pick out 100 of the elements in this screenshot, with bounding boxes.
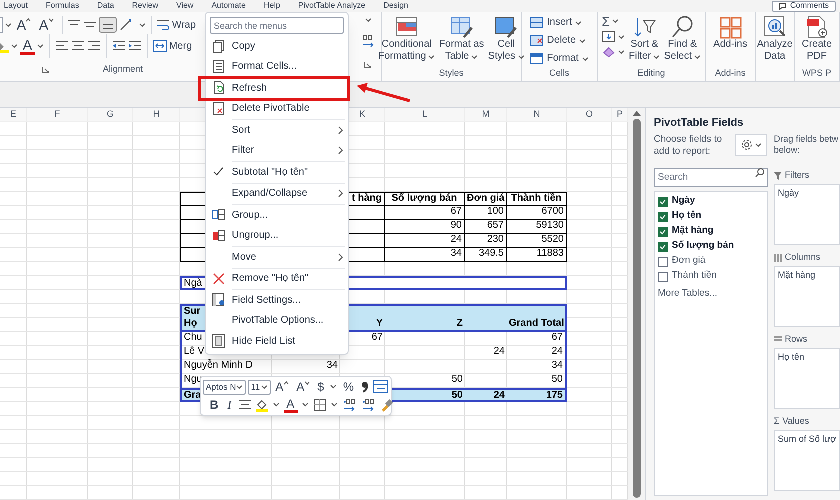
caret-icon[interactable]	[618, 34, 625, 40]
font-size-dropdown[interactable]: 11	[248, 380, 271, 394]
area-field[interactable]: Họ tên	[778, 351, 839, 363]
autosum-button[interactable]: Σ	[602, 15, 620, 28]
decrease-indent-icon[interactable]	[112, 40, 126, 52]
bold-button[interactable]: B	[207, 399, 222, 411]
merge-button[interactable]: Merg	[153, 38, 192, 54]
align-center-icon[interactable]	[238, 399, 252, 411]
more-tables-link[interactable]: More Tables...	[658, 287, 764, 302]
menu-item[interactable]: Copy	[206, 36, 348, 56]
align-center-icon[interactable]	[71, 40, 86, 52]
align-left-icon[interactable]	[55, 40, 70, 52]
checkbox[interactable]	[658, 196, 668, 206]
menu-item[interactable]: Filter	[206, 140, 348, 161]
align-right-icon[interactable]	[87, 40, 102, 52]
search-field[interactable]: Search	[654, 168, 768, 187]
dialog-launcher-icon[interactable]	[364, 61, 372, 69]
shrink-font-button[interactable]: A	[294, 381, 313, 393]
caret-icon[interactable]	[364, 18, 372, 23]
menu-search-field[interactable]: Search the menus	[210, 17, 344, 34]
decimal-icon[interactable]	[360, 398, 377, 412]
checkbox[interactable]	[658, 242, 668, 252]
create-pdf-button[interactable]: Create PDF	[802, 15, 832, 63]
currency-button[interactable]: $	[314, 381, 328, 393]
area-field[interactable]: Sum of Số lượ	[778, 433, 839, 445]
caret-icon[interactable]	[618, 50, 625, 54]
menu-item[interactable]: Sort	[206, 120, 348, 140]
grow-font-button[interactable]: A	[14, 18, 34, 32]
wrap-text-button[interactable]: Wrap	[156, 18, 196, 32]
checkbox[interactable]	[658, 226, 668, 236]
settings-button[interactable]	[735, 134, 767, 156]
align-bottom-icon[interactable]	[98, 17, 117, 33]
grow-font-button[interactable]: A	[272, 381, 292, 393]
caret-icon[interactable]	[330, 402, 339, 408]
conditional-formatting-button[interactable]: Conditional Formatting	[378, 15, 436, 63]
fill-down-icon[interactable]	[602, 31, 616, 43]
ribbon-tab[interactable]: Help	[264, 2, 280, 10]
add-ins-button[interactable]: Add-ins	[714, 15, 748, 51]
font-color-button[interactable]: A	[20, 38, 36, 54]
menu-item[interactable]: Ungroup...	[206, 226, 348, 246]
italic-button[interactable]: I	[224, 399, 235, 411]
caret-icon[interactable]	[329, 384, 338, 390]
checkbox[interactable]	[658, 256, 668, 266]
column-header[interactable]: F	[54, 109, 60, 119]
menu-item[interactable]: Group...	[206, 205, 348, 226]
ribbon-tab[interactable]: Design	[384, 2, 408, 10]
ribbon-tab[interactable]: Data	[97, 2, 114, 10]
ribbon-tab[interactable]: Layout	[4, 2, 28, 10]
borders-icon[interactable]	[312, 398, 327, 412]
delete-button[interactable]: Delete	[530, 34, 586, 48]
fill-color-icon[interactable]	[254, 398, 269, 412]
checkbox[interactable]	[658, 212, 668, 222]
scrollbar-thumb[interactable]	[632, 119, 640, 498]
caret-icon[interactable]	[11, 44, 18, 48]
increase-indent-icon[interactable]	[128, 40, 142, 52]
caret-icon[interactable]	[37, 44, 44, 48]
scroll-up-arrow-icon[interactable]	[632, 111, 640, 116]
percent-button[interactable]: %	[340, 381, 357, 393]
font-size-field[interactable]	[0, 17, 3, 33]
column-header[interactable]: L	[422, 109, 428, 119]
format-as-table-button[interactable]: Format as Table	[439, 15, 484, 63]
shrink-font-button[interactable]: A	[36, 18, 57, 32]
table-icon[interactable]	[373, 380, 389, 394]
cell-styles-button[interactable]: Cell Styles	[488, 15, 525, 63]
column-header[interactable]: H	[153, 109, 160, 119]
column-header[interactable]: G	[106, 109, 114, 119]
ribbon-tab[interactable]: Review	[132, 2, 159, 10]
menu-item[interactable]: Move	[206, 247, 348, 268]
menu-item[interactable]: Delete PivotTable	[206, 98, 348, 119]
sort-filter-button[interactable]: Sort & Filter	[628, 15, 660, 63]
column-header[interactable]: N	[534, 109, 540, 119]
menu-item[interactable]: Subtotal "Họ tên"	[206, 162, 348, 182]
paintbrush-icon[interactable]	[380, 398, 394, 412]
font-name-dropdown[interactable]: Aptos N	[203, 380, 246, 394]
eraser-icon[interactable]	[602, 46, 616, 58]
font-color-button[interactable]: A	[284, 398, 298, 412]
column-header[interactable]: O	[586, 109, 593, 119]
decimal-icon[interactable]	[342, 398, 358, 412]
format-button[interactable]: Format	[530, 52, 589, 66]
comma-style-icon[interactable]	[359, 380, 371, 394]
column-header[interactable]: E	[10, 109, 16, 119]
decrease-decimal-icon[interactable]	[361, 35, 375, 49]
caret-icon[interactable]	[138, 22, 146, 28]
checkbox[interactable]	[658, 272, 668, 282]
caret-icon[interactable]	[300, 402, 310, 408]
menu-item[interactable]: Format Cells...	[206, 56, 348, 77]
menu-item[interactable]: Refresh	[206, 78, 348, 98]
caret-icon[interactable]	[4, 22, 12, 28]
caret-icon[interactable]	[272, 402, 281, 408]
comments-button[interactable]: Comments	[772, 0, 836, 12]
area-field[interactable]: Mặt hàng	[778, 269, 839, 281]
column-header[interactable]: P	[616, 109, 623, 119]
ribbon-tab[interactable]: Automate	[212, 2, 246, 10]
analyze-data-button[interactable]: Analyze Data	[757, 15, 793, 63]
insert-button[interactable]: Insert	[530, 16, 582, 30]
dialog-launcher-icon[interactable]	[42, 66, 50, 74]
column-header[interactable]: M	[482, 109, 490, 119]
ribbon-tab[interactable]: View	[176, 2, 194, 10]
ribbon-tab[interactable]: PivotTable Analyze	[298, 2, 366, 10]
area-field[interactable]: Ngày	[778, 187, 839, 199]
